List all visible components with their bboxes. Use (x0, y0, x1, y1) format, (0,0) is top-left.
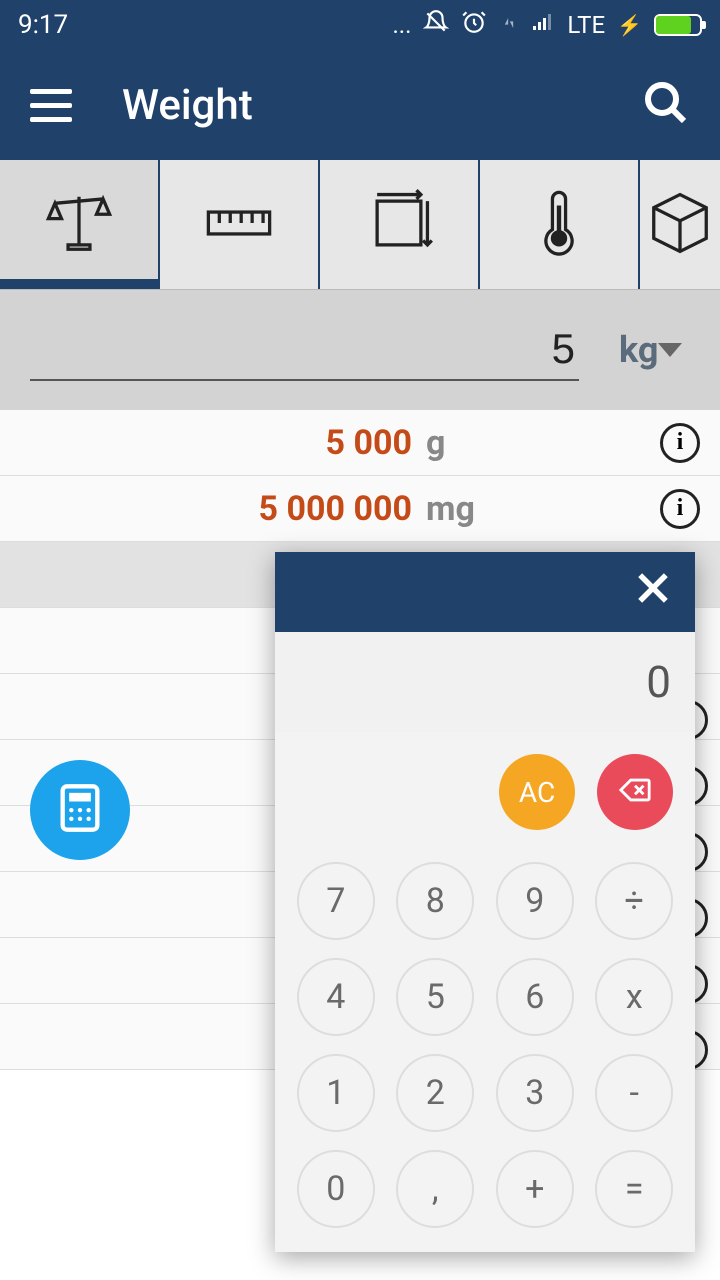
info-icon[interactable]: i (660, 489, 700, 529)
key-minus[interactable]: - (595, 1054, 673, 1132)
status-bar: 9:17 ... LTE ⚡ (0, 0, 720, 50)
key-9[interactable]: 9 (496, 862, 574, 940)
key-2[interactable]: 2 (396, 1054, 474, 1132)
calculator-top-row: AC (275, 732, 695, 852)
result-row[interactable]: 5 000 g i (0, 410, 720, 476)
ac-button[interactable]: AC (499, 754, 575, 830)
key-7[interactable]: 7 (297, 862, 375, 940)
dnd-icon (423, 9, 449, 41)
result-unit: g (426, 423, 486, 463)
app-bar: Weight (0, 50, 720, 160)
key-plus[interactable]: + (496, 1150, 574, 1228)
tab-length[interactable] (160, 160, 320, 289)
key-6[interactable]: 6 (496, 958, 574, 1036)
cube-icon (645, 188, 715, 262)
chevron-down-icon (658, 343, 682, 357)
key-divide[interactable]: ÷ (595, 862, 673, 940)
category-tabs (0, 160, 720, 290)
tab-area[interactable] (320, 160, 480, 289)
key-multiply[interactable]: x (595, 958, 673, 1036)
network-label: LTE (567, 11, 605, 39)
scale-icon (44, 188, 114, 262)
key-equals[interactable]: = (595, 1150, 673, 1228)
calculator-display: 0 (275, 632, 695, 732)
backspace-icon (618, 773, 652, 811)
menu-button[interactable] (30, 89, 72, 122)
page-title: Weight (122, 81, 592, 130)
keypad: 7 8 9 ÷ 4 5 6 x 1 2 3 - 0 , + = (275, 852, 695, 1252)
info-icon[interactable]: i (660, 423, 700, 463)
tab-temperature[interactable] (480, 160, 640, 289)
result-row[interactable]: 5 000 000 mg i (0, 476, 720, 542)
alarm-icon (461, 9, 487, 41)
thermometer-icon (524, 188, 594, 262)
value-input[interactable] (30, 319, 579, 381)
charging-icon: ⚡ (617, 13, 642, 37)
input-row: kg (0, 290, 720, 410)
result-unit: mg (426, 489, 486, 529)
data-icon (499, 11, 519, 39)
search-button[interactable] (642, 79, 690, 131)
key-comma[interactable]: , (396, 1150, 474, 1228)
key-1[interactable]: 1 (297, 1054, 375, 1132)
key-8[interactable]: 8 (396, 862, 474, 940)
status-time: 9:17 (18, 10, 68, 40)
result-value: 5 000 (326, 423, 412, 463)
unit-label: kg (619, 329, 658, 371)
area-icon (364, 188, 434, 262)
calculator-header (275, 552, 695, 632)
close-button[interactable] (631, 566, 675, 618)
result-value: 5 000 000 (259, 489, 412, 529)
calculator-fab[interactable] (30, 760, 130, 860)
battery-icon (654, 14, 702, 36)
tab-weight[interactable] (0, 160, 160, 289)
calculator-popup: 0 AC 7 8 9 ÷ 4 5 6 x 1 2 3 - 0 , + = (275, 552, 695, 1252)
tab-volume[interactable] (640, 160, 720, 289)
key-0[interactable]: 0 (297, 1150, 375, 1228)
calculator-icon (54, 782, 106, 838)
backspace-button[interactable] (597, 754, 673, 830)
more-icon: ... (392, 11, 411, 39)
status-icons: ... LTE ⚡ (392, 9, 702, 41)
key-3[interactable]: 3 (496, 1054, 574, 1132)
ruler-icon (204, 188, 274, 262)
signal-icon (531, 10, 555, 40)
key-4[interactable]: 4 (297, 958, 375, 1036)
key-5[interactable]: 5 (396, 958, 474, 1036)
unit-dropdown[interactable]: kg (619, 329, 702, 371)
